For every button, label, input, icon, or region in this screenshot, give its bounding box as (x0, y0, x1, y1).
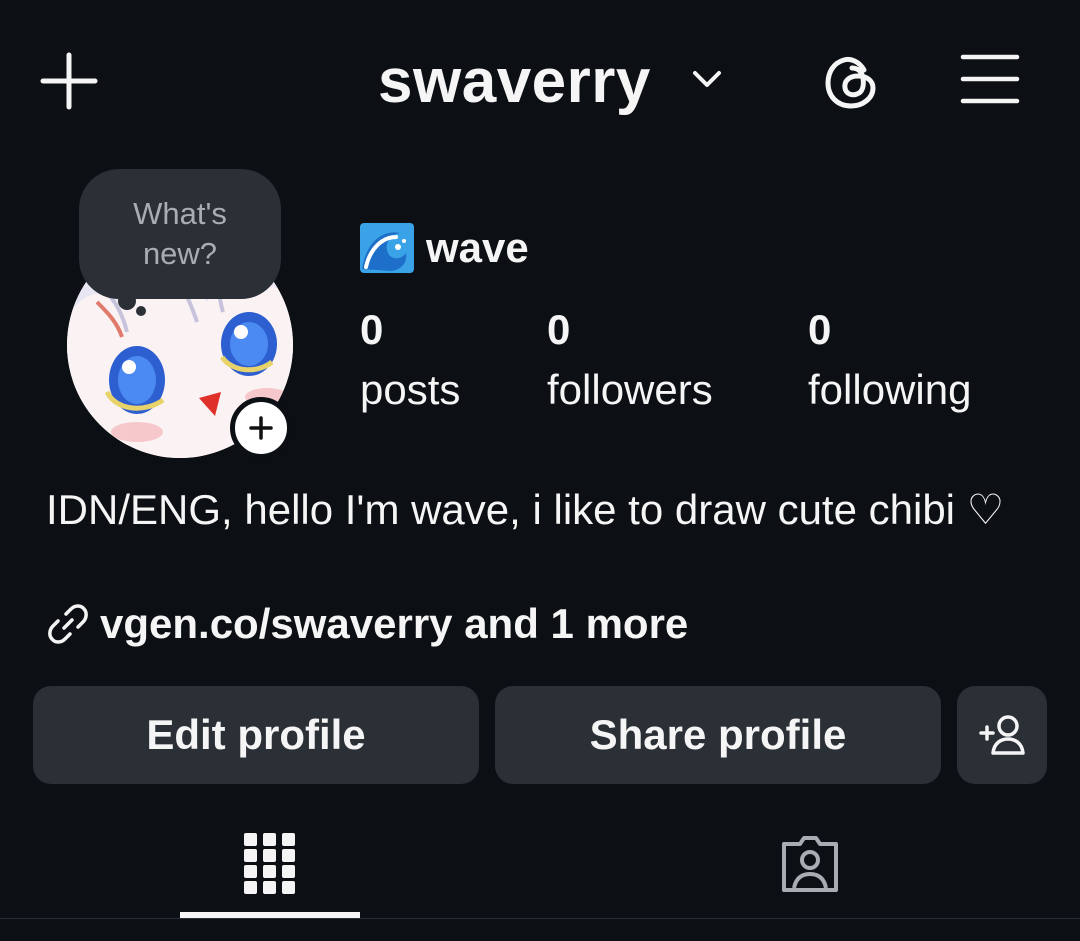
tab-grid[interactable] (0, 810, 540, 918)
note-text: What's new? (133, 196, 227, 271)
link-icon (48, 604, 88, 644)
tab-tagged[interactable] (540, 810, 1080, 918)
add-person-icon (979, 715, 1025, 755)
stat-followers[interactable]: 0 followers (547, 304, 713, 420)
plus-icon (249, 416, 273, 440)
water-wave-emoji-icon (360, 223, 414, 273)
add-story-button[interactable] (230, 397, 292, 459)
stat-posts-label: posts (360, 366, 461, 413)
note-bubble-tail-small (136, 306, 146, 316)
stat-followers-label: followers (547, 366, 713, 413)
profile-link[interactable]: vgen.co/swaverry and 1 more (46, 598, 688, 650)
threads-icon[interactable] (823, 52, 881, 112)
note-bubble-tail (118, 292, 136, 310)
tagged-person-icon (782, 836, 838, 892)
edit-profile-button[interactable]: Edit profile (33, 686, 479, 784)
share-profile-label: Share profile (589, 711, 847, 758)
stat-following-value: 0 (808, 306, 832, 353)
hamburger-menu-icon[interactable] (960, 52, 1020, 106)
grid-icon (244, 833, 295, 894)
chevron-down-icon[interactable] (692, 68, 722, 90)
username-title[interactable]: swaverry (378, 46, 651, 118)
display-name: wave (426, 224, 529, 271)
tab-divider (0, 918, 1080, 919)
edit-profile-label: Edit profile (146, 711, 366, 758)
profile-bio: IDN/ENG, hello I'm wave, i like to draw … (46, 486, 1005, 533)
share-profile-button[interactable]: Share profile (495, 686, 941, 784)
stat-followers-value: 0 (547, 306, 571, 353)
stat-posts[interactable]: 0 posts (360, 304, 460, 420)
stat-posts-value: 0 (360, 306, 384, 353)
stat-following[interactable]: 0 following (808, 304, 971, 420)
note-bubble[interactable]: What's new? (79, 169, 281, 299)
plus-icon[interactable] (40, 52, 98, 110)
profile-link-text: vgen.co/swaverry and 1 more (100, 600, 689, 647)
discover-people-button[interactable] (957, 686, 1047, 784)
stat-following-label: following (808, 366, 972, 413)
display-name-row: wave (360, 222, 529, 274)
